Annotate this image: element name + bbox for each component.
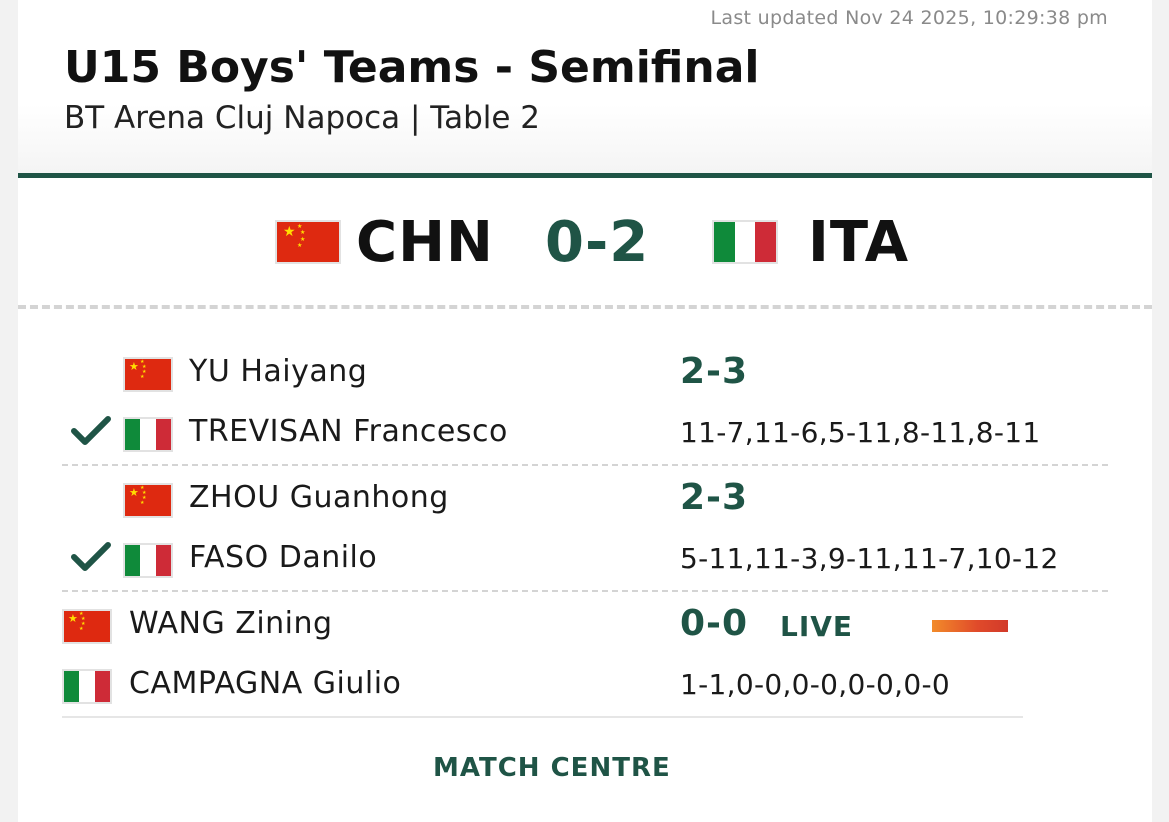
china-flag-icon: ★ ★ ★ ★ ★ [62, 609, 112, 644]
winner-check-icon [71, 542, 111, 571]
match-divider [62, 464, 1108, 466]
home-player-name[interactable]: YU Haiyang [189, 354, 367, 389]
match-score: 2-3 [680, 477, 749, 518]
winner-check-icon [71, 416, 111, 445]
china-flag-icon: ★ ★ ★ ★ ★ [123, 483, 173, 518]
home-team-code: CHN [356, 210, 494, 275]
game-scores: 11-7,11-6,5-11,8-11,8-11 [680, 416, 1041, 449]
match-card: Last updated Nov 24 2025, 10:29:38 pm U1… [18, 0, 1152, 822]
live-indicator-bar [932, 620, 1008, 632]
match-header: Last updated Nov 24 2025, 10:29:38 pm U1… [18, 0, 1152, 174]
away-player-name[interactable]: TREVISAN Francesco [189, 414, 508, 449]
away-player-name[interactable]: FASO Danilo [189, 540, 377, 575]
page-title: U15 Boys' Teams - Semifinal [64, 42, 760, 93]
home-player-name[interactable]: ZHOU Guanhong [189, 480, 449, 515]
italy-flag-icon [712, 220, 778, 264]
match-score: 0-0 [680, 603, 749, 644]
header-divider [18, 173, 1152, 178]
live-badge: LIVE [780, 610, 854, 643]
match-centre-link[interactable]: MATCH CENTRE [433, 753, 671, 783]
italy-flag-icon [62, 669, 112, 704]
footer-divider [62, 716, 1023, 718]
scoreboard-divider [18, 305, 1152, 309]
away-player-name[interactable]: CAMPAGNA Giulio [129, 666, 401, 701]
china-flag-icon: ★ ★ ★ ★ ★ [275, 220, 341, 264]
venue-subtitle: BT Arena Cluj Napoca | Table 2 [64, 100, 541, 136]
game-scores: 5-11,11-3,9-11,11-7,10-12 [680, 542, 1059, 575]
china-flag-icon: ★ ★ ★ ★ ★ [123, 357, 173, 392]
italy-flag-icon [123, 543, 173, 578]
away-team-code: ITA [808, 210, 910, 275]
game-scores: 1-1,0-0,0-0,0-0,0-0 [680, 668, 950, 701]
team-match-score: 0-2 [545, 210, 650, 275]
italy-flag-icon [123, 417, 173, 452]
match-divider [62, 590, 1108, 592]
match-score: 2-3 [680, 351, 749, 392]
last-updated-timestamp: Last updated Nov 24 2025, 10:29:38 pm [710, 7, 1108, 29]
home-player-name[interactable]: WANG Zining [129, 606, 333, 641]
